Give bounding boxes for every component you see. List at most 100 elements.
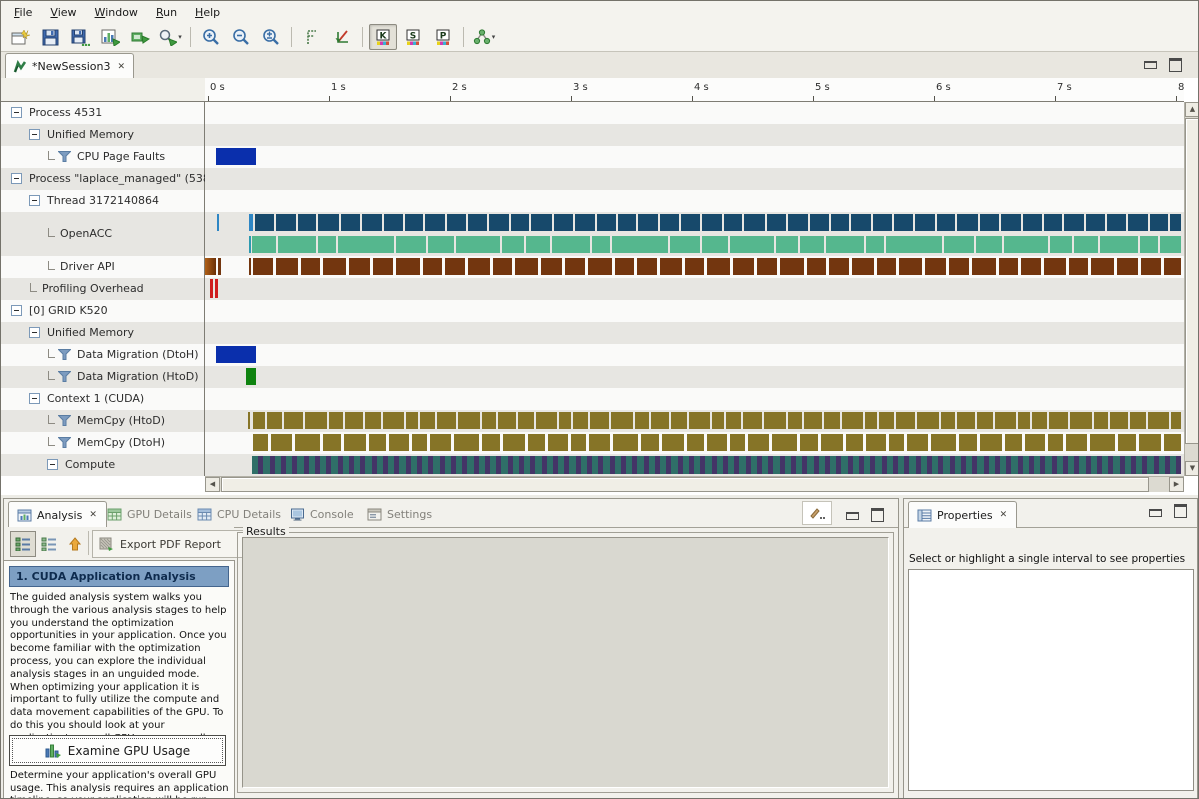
- timeline-interval[interactable]: [406, 412, 418, 429]
- timeline-interval[interactable]: [253, 258, 273, 275]
- timeline-interval[interactable]: [1025, 434, 1045, 451]
- timeline-interval[interactable]: [842, 412, 863, 429]
- timeline-interval[interactable]: [733, 258, 754, 275]
- timeline-interval[interactable]: [1117, 258, 1138, 275]
- timeline-interval[interactable]: [635, 412, 649, 429]
- timeline-interval[interactable]: [841, 456, 848, 474]
- timeline-interval[interactable]: [1001, 214, 1021, 231]
- timeline-interval[interactable]: [949, 258, 969, 275]
- row-label-data-migration-dtoh[interactable]: Data Migration (DtoH): [1, 344, 205, 366]
- call-tree-button[interactable]: ▾: [470, 24, 498, 50]
- timeline-interval[interactable]: [851, 214, 871, 231]
- timeline-interval[interactable]: [917, 412, 939, 429]
- scroll-down-icon[interactable]: ▼: [1185, 461, 1199, 476]
- timeline-interval[interactable]: [373, 258, 393, 275]
- menu-window[interactable]: Window: [86, 4, 147, 21]
- timeline-interval[interactable]: [637, 258, 657, 275]
- timeline-interval[interactable]: [944, 236, 974, 253]
- timeline-interval[interactable]: [976, 236, 1002, 253]
- timeline-interval[interactable]: [1011, 456, 1018, 474]
- timeline-interval[interactable]: [588, 258, 612, 275]
- timeline-interval[interactable]: [826, 236, 864, 253]
- timeline-interval[interactable]: [425, 214, 445, 231]
- timeline-interval[interactable]: [458, 412, 480, 429]
- timeline-interval[interactable]: [1086, 214, 1105, 231]
- timeline-interval[interactable]: [349, 258, 370, 275]
- view-menu-button[interactable]: [802, 501, 832, 525]
- timeline-interval[interactable]: [341, 214, 360, 231]
- timeline-interval[interactable]: [707, 434, 727, 451]
- row-label-cpu-page-faults[interactable]: CPU Page Faults: [1, 146, 205, 168]
- timeline-interval[interactable]: [1044, 258, 1066, 275]
- timeline-interval[interactable]: [1049, 412, 1068, 429]
- timeline-interval[interactable]: [298, 214, 316, 231]
- timeline-interval[interactable]: [267, 412, 282, 429]
- timeline-interval[interactable]: [1045, 456, 1052, 474]
- timeline-interval[interactable]: [977, 456, 984, 474]
- timeline-interval[interactable]: [515, 258, 538, 275]
- timeline-interval[interactable]: [807, 258, 826, 275]
- timeline-interval[interactable]: [611, 412, 633, 429]
- timeline-interval[interactable]: [590, 412, 609, 429]
- timeline-interval[interactable]: [937, 214, 955, 231]
- timeline-interval[interactable]: [468, 214, 487, 231]
- timeline-interval[interactable]: [1110, 412, 1128, 429]
- row-label-memcpy-htod[interactable]: MemCpy (HtoD): [1, 410, 205, 432]
- timeline-interval[interactable]: [681, 214, 700, 231]
- timeline-interval[interactable]: [428, 236, 454, 253]
- collapse-expander-icon[interactable]: [29, 327, 40, 338]
- timeline-interval[interactable]: [894, 214, 913, 231]
- timeline-interval[interactable]: [489, 214, 509, 231]
- timeline-interval[interactable]: [456, 236, 500, 253]
- timeline-interval[interactable]: [773, 456, 780, 474]
- timeline-interval[interactable]: [1148, 412, 1169, 429]
- timeline-interval[interactable]: [217, 214, 219, 231]
- timeline-interval[interactable]: [660, 258, 682, 275]
- timeline-interval[interactable]: [671, 412, 687, 429]
- scroll-up-icon[interactable]: ▲: [1185, 102, 1199, 117]
- timeline-interval[interactable]: [592, 236, 610, 253]
- timeline-interval[interactable]: [344, 434, 366, 451]
- timeline-interval[interactable]: [1160, 236, 1181, 253]
- timeline-interval[interactable]: [541, 258, 562, 275]
- timeline-interval[interactable]: [1176, 456, 1181, 474]
- timeline-interval[interactable]: [365, 456, 372, 474]
- collapse-expander-icon[interactable]: [47, 459, 58, 470]
- timeline-interval[interactable]: [276, 214, 296, 231]
- menu-run[interactable]: Run: [147, 4, 186, 21]
- filter-funnel-icon[interactable]: [58, 415, 71, 426]
- timeline-interval[interactable]: [263, 456, 270, 474]
- timeline-interval[interactable]: [662, 434, 684, 451]
- timeline-interval[interactable]: [707, 258, 730, 275]
- timeline-interval[interactable]: [957, 214, 978, 231]
- timeline-interval[interactable]: [1113, 456, 1120, 474]
- timeline-interval[interactable]: [915, 214, 935, 231]
- timeline-interval[interactable]: [252, 236, 276, 253]
- timeline-interval[interactable]: [536, 412, 557, 429]
- collapse-expander-icon[interactable]: [11, 173, 22, 184]
- export-pdf-report-button[interactable]: Export PDF Report: [92, 530, 244, 558]
- timeline-interval[interactable]: [318, 214, 339, 231]
- color-by-kernel-button[interactable]: K: [369, 24, 397, 50]
- scroll-left-icon[interactable]: ◀: [205, 477, 220, 492]
- timeline-interval[interactable]: [866, 236, 884, 253]
- timeline-interval[interactable]: [1050, 236, 1072, 253]
- timeline-interval[interactable]: [1140, 236, 1158, 253]
- timeline-interval[interactable]: [1118, 434, 1136, 451]
- timeline-interval[interactable]: [318, 236, 336, 253]
- guided-analysis-toggle-button[interactable]: [10, 531, 36, 557]
- tab-analysis[interactable]: Analysis✕: [8, 501, 107, 528]
- goto-marker-button[interactable]: [328, 24, 356, 50]
- timeline-interval[interactable]: [445, 258, 465, 275]
- timeline-interval[interactable]: [603, 456, 610, 474]
- timeline-interval[interactable]: [660, 214, 679, 231]
- collapse-expander-icon[interactable]: [29, 129, 40, 140]
- collapse-expander-icon[interactable]: [11, 107, 22, 118]
- timeline-interval[interactable]: [1128, 214, 1148, 231]
- timeline-interval[interactable]: [597, 214, 616, 231]
- vertical-scroll-thumb[interactable]: [1185, 118, 1199, 444]
- timeline-interval[interactable]: [1070, 412, 1092, 429]
- row-label-thread-3172140864[interactable]: Thread 3172140864: [1, 190, 205, 212]
- timeline-interval[interactable]: [800, 236, 824, 253]
- timeline-interval[interactable]: [1150, 214, 1168, 231]
